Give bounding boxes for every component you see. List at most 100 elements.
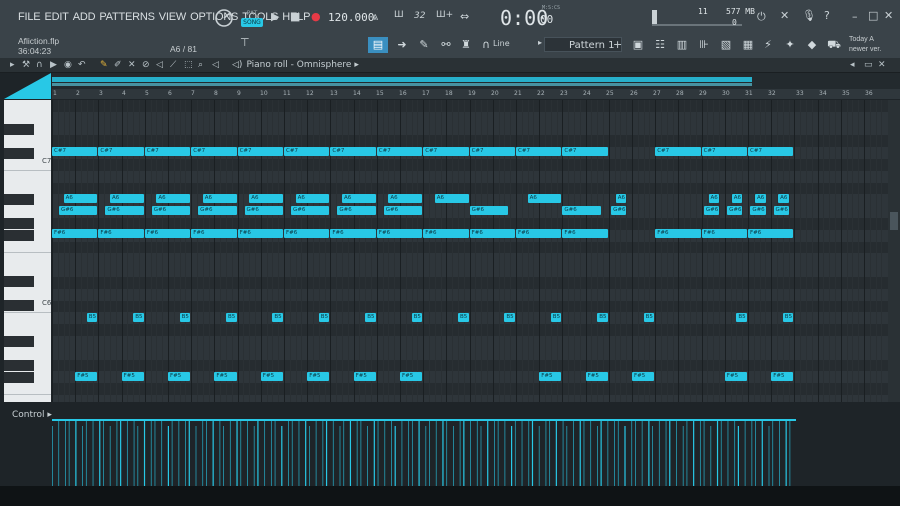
- note-fs5[interactable]: F#5: [75, 372, 98, 381]
- note-color-selector-icon[interactable]: [4, 73, 51, 99]
- note-a6[interactable]: A6: [708, 194, 720, 203]
- note-a6[interactable]: A6: [778, 194, 789, 203]
- note-fs6[interactable]: F#6: [376, 229, 423, 238]
- black-key[interactable]: [4, 336, 34, 347]
- note-a6[interactable]: A6: [434, 194, 469, 203]
- piano-keyboard[interactable]: C7 C6: [4, 100, 51, 402]
- note-grid[interactable]: C#7 C#7 C#7 C#7 C#7 C#7 C#7 C#7 C#7 C#7 C#7 C#7 C#7 C…: [52, 100, 888, 402]
- pr-undo-icon[interactable]: ↶: [78, 58, 86, 72]
- link-icon[interactable]: ⚯: [436, 37, 456, 53]
- pr-restore-icon[interactable]: ▭: [864, 58, 873, 72]
- note-fs6[interactable]: F#6: [52, 229, 98, 238]
- power-icon[interactable]: ⏻: [757, 10, 766, 24]
- master-volume-slider[interactable]: [652, 10, 657, 24]
- note-gs6[interactable]: G#6: [198, 206, 237, 215]
- note-b5[interactable]: B5: [736, 313, 747, 322]
- tools-icon[interactable]: ✦: [780, 37, 800, 53]
- playlist-icon[interactable]: ▣: [628, 37, 648, 53]
- pattern-selector[interactable]: Pattern 1: [544, 37, 622, 52]
- note-fs6[interactable]: F#6: [516, 229, 562, 238]
- note-a6[interactable]: A6: [63, 194, 98, 203]
- note-cs7[interactable]: C#7: [191, 147, 237, 156]
- note-fs6[interactable]: F#6: [562, 229, 608, 238]
- black-key[interactable]: [4, 360, 34, 371]
- plug-icon[interactable]: ⚡: [758, 37, 778, 53]
- note-fs6[interactable]: F#6: [330, 229, 376, 238]
- control-lane-label[interactable]: Control ▸: [12, 410, 52, 420]
- note-a6[interactable]: A6: [388, 194, 423, 203]
- note-b5[interactable]: B5: [133, 313, 144, 322]
- plugin-icon[interactable]: ▦: [738, 37, 758, 53]
- note-b5[interactable]: B5: [550, 313, 562, 322]
- note-gs6[interactable]: G#6: [383, 206, 423, 215]
- note-a6[interactable]: A6: [731, 194, 743, 203]
- note-b5[interactable]: B5: [782, 313, 794, 322]
- song-mode-label[interactable]: SONG: [241, 18, 263, 27]
- black-key[interactable]: [4, 300, 34, 311]
- pencil-tool-icon[interactable]: ✎: [414, 37, 434, 53]
- loop-record-icon[interactable]: ⇔: [460, 10, 469, 23]
- note-cs7[interactable]: C#7: [52, 147, 98, 156]
- note-fs6[interactable]: F#6: [191, 229, 237, 238]
- note-fs6[interactable]: F#6: [237, 229, 283, 238]
- master-pitch-knob-icon[interactable]: [214, 8, 234, 28]
- velocity-chart[interactable]: [52, 404, 888, 486]
- step-sequencer-icon[interactable]: ▥: [672, 37, 692, 53]
- stamp-icon[interactable]: ♜: [456, 37, 476, 53]
- pr-brush-icon[interactable]: ✐: [114, 58, 122, 72]
- note-cs7[interactable]: C#7: [237, 147, 283, 156]
- note-cs7[interactable]: C#7: [701, 147, 747, 156]
- record-icon[interactable]: ●: [311, 10, 321, 23]
- note-b5[interactable]: B5: [226, 313, 237, 322]
- pr-zoom-icon[interactable]: ⌕: [198, 58, 203, 72]
- note-a6[interactable]: A6: [249, 194, 283, 203]
- black-key[interactable]: [4, 276, 34, 287]
- menu-edit[interactable]: EDIT: [44, 11, 68, 23]
- note-a6[interactable]: A6: [754, 194, 766, 203]
- black-key[interactable]: [4, 148, 34, 159]
- note-a6[interactable]: A6: [527, 194, 562, 203]
- note-b5[interactable]: B5: [597, 313, 608, 322]
- note-gs6[interactable]: G#6: [703, 206, 720, 215]
- menu-view[interactable]: VIEW: [159, 11, 187, 23]
- note-cs7[interactable]: C#7: [376, 147, 423, 156]
- mixer-tools-icon[interactable]: ✕: [780, 9, 789, 22]
- pr-tools-icon[interactable]: ⚒: [22, 58, 30, 72]
- note-fs5[interactable]: F#5: [168, 372, 191, 381]
- pr-speaker-icon[interactable]: ◁: [156, 58, 163, 72]
- options-arrow-icon[interactable]: ▸: [10, 58, 15, 72]
- tag-icon[interactable]: ◆: [802, 37, 822, 53]
- piano-roll-icon[interactable]: ▤: [368, 37, 388, 53]
- note-cs7[interactable]: C#7: [284, 147, 330, 156]
- countdown-icon[interactable]: 32: [414, 11, 425, 21]
- note-cs7[interactable]: C#7: [516, 147, 562, 156]
- close-icon[interactable]: ✕: [884, 9, 893, 22]
- minimize-icon[interactable]: –: [852, 10, 858, 23]
- pr-slice-icon[interactable]: ⟋: [170, 58, 176, 72]
- note-fs6[interactable]: F#6: [144, 229, 191, 238]
- piano-roll-overview[interactable]: [52, 73, 900, 89]
- note-gs6[interactable]: G#6: [611, 206, 627, 215]
- maximize-icon[interactable]: □: [868, 9, 878, 22]
- note-fs5[interactable]: F#5: [121, 372, 144, 381]
- pr-mute-icon[interactable]: ⊘: [142, 58, 150, 72]
- mixer-icon[interactable]: ⊪: [694, 37, 714, 53]
- note-fs5[interactable]: F#5: [771, 372, 794, 381]
- note-b5[interactable]: B5: [458, 313, 469, 322]
- instrument-speaker-icon[interactable]: ◁): [232, 60, 242, 70]
- pr-magnet-icon[interactable]: ∩: [36, 58, 43, 72]
- vertical-scrollbar[interactable]: [888, 100, 900, 402]
- note-fs6[interactable]: F#6: [701, 229, 747, 238]
- black-key[interactable]: [4, 194, 34, 205]
- note-fs6[interactable]: F#6: [423, 229, 469, 238]
- note-b5[interactable]: B5: [365, 313, 376, 322]
- note-cs7[interactable]: C#7: [98, 147, 144, 156]
- pr-select-icon[interactable]: ⬚: [184, 58, 193, 72]
- title-arrow-icon[interactable]: ▸: [354, 60, 359, 70]
- note-fs5[interactable]: F#5: [353, 372, 376, 381]
- metronome-icon[interactable]: ⩓: [372, 10, 378, 24]
- wait-icon[interactable]: Ш: [394, 10, 404, 20]
- note-fs5[interactable]: F#5: [260, 372, 283, 381]
- note-fs6[interactable]: F#6: [469, 229, 515, 238]
- note-b5[interactable]: B5: [318, 313, 330, 322]
